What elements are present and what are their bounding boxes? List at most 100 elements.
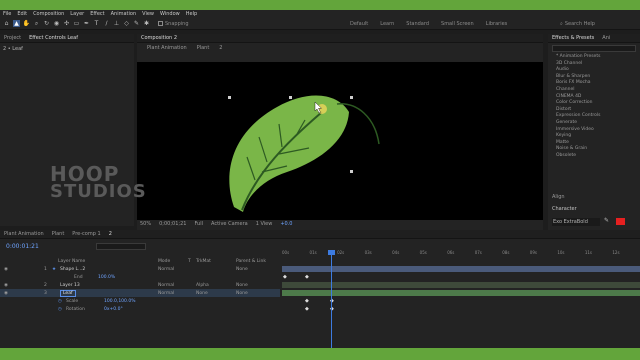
fill-color-swatch[interactable] (616, 218, 625, 225)
snapping-toggle[interactable]: Snapping (158, 21, 189, 27)
menu-file[interactable]: File (3, 11, 11, 17)
transform-handle[interactable] (350, 96, 353, 99)
eye-icon[interactable]: ◉ (4, 291, 8, 296)
transform-handle[interactable] (350, 170, 353, 173)
effect-category[interactable]: Channel (548, 87, 640, 94)
home-icon[interactable]: ⌂ (3, 20, 10, 27)
layer-bar[interactable] (282, 290, 640, 296)
layer-row[interactable]: ◉ 1 ★ Shape L...2 Normal None (0, 265, 280, 273)
font-dropdown[interactable]: Exo ExtraBold (552, 218, 600, 226)
workspace-libraries[interactable]: Libraries (486, 21, 508, 27)
layer-parent[interactable]: None (236, 283, 248, 288)
layer-mode[interactable]: Normal (158, 267, 174, 272)
roto-brush-tool-icon[interactable]: ✎ (133, 20, 140, 27)
effect-category[interactable]: Audio (548, 67, 640, 74)
menu-help[interactable]: Help (186, 11, 197, 17)
tab-effect-controls[interactable]: Effect Controls Leaf (29, 35, 78, 41)
layer-bar[interactable] (282, 282, 640, 288)
property-row[interactable]: ◷ Scale 100.0,100.0% (0, 297, 280, 305)
effect-category[interactable]: Keying (548, 133, 640, 140)
effect-category[interactable]: Obsolete (548, 153, 640, 160)
puppet-tool-icon[interactable]: ✱ (143, 20, 150, 27)
keyframe-icon[interactable]: ◆ (305, 274, 309, 280)
effect-category[interactable]: Color Correction (548, 100, 640, 107)
layer-trkmat[interactable]: None (196, 291, 208, 296)
pen-tool-icon[interactable]: ✒ (83, 20, 90, 27)
workspace-learn[interactable]: Learn (380, 21, 394, 27)
camera-tool-icon[interactable]: ◉ (53, 20, 60, 27)
effect-category[interactable]: Expression Controls (548, 113, 640, 120)
layer-row[interactable]: ◉ 2 Layer 13 Normal Alpha None (0, 281, 280, 289)
camera-dropdown[interactable]: Active Camera (211, 221, 248, 227)
magnification-dropdown[interactable]: 50% (140, 221, 151, 227)
tab-plant[interactable]: Plant (52, 231, 65, 237)
property-row[interactable]: ◷ Rotation 0x+0.0° (0, 305, 280, 313)
keyframe-icon[interactable]: ◆ (305, 306, 309, 312)
character-panel-header[interactable]: Character (552, 206, 577, 212)
tab-project[interactable]: Project (4, 35, 21, 41)
type-tool-icon[interactable]: T (93, 20, 100, 27)
eyedropper-icon[interactable]: ✎ (604, 217, 609, 224)
leaf-shape[interactable] (229, 95, 349, 212)
effects-search[interactable] (552, 45, 636, 52)
layer-parent[interactable]: None (236, 291, 248, 296)
breadcrumb-2[interactable]: 2 (219, 45, 222, 51)
property-row[interactable]: End 100.0% (0, 273, 280, 281)
search-help[interactable]: ⌕ Search Help (560, 20, 620, 27)
clone-stamp-tool-icon[interactable]: ⊥ (113, 20, 120, 27)
layer-mode[interactable]: Normal (158, 283, 174, 288)
time-ruler[interactable]: 00s 01s 02s 03s 04s 05s 06s 07s 08s 09s … (282, 250, 640, 258)
eraser-tool-icon[interactable]: ◇ (123, 20, 130, 27)
snapping-checkbox[interactable] (158, 21, 163, 26)
resolution-dropdown[interactable]: Full (194, 221, 203, 227)
breadcrumb-plant-animation[interactable]: Plant Animation (147, 45, 187, 51)
rectangle-tool-icon[interactable]: ▭ (73, 20, 80, 27)
breadcrumb-plant[interactable]: Plant (197, 45, 210, 51)
menu-animation[interactable]: Animation (111, 11, 137, 17)
menu-window[interactable]: Window (160, 11, 180, 17)
stopwatch-icon[interactable]: ◷ (58, 299, 62, 304)
brush-tool-icon[interactable]: ∕ (103, 20, 110, 27)
menu-layer[interactable]: Layer (70, 11, 84, 17)
layer-name[interactable]: Shape L...2 (60, 267, 85, 272)
transform-handle[interactable] (228, 96, 231, 99)
layer-trkmat[interactable]: Alpha (196, 283, 209, 288)
transform-handle[interactable] (289, 96, 292, 99)
layer-name[interactable]: Leaf (60, 289, 76, 297)
align-panel-header[interactable]: Align (552, 194, 565, 200)
eye-icon[interactable]: ◉ (4, 283, 8, 288)
rotate-tool-icon[interactable]: ↻ (43, 20, 50, 27)
effect-category[interactable]: Generate (548, 120, 640, 127)
tab-pre-comp-1[interactable]: Pre-comp 1 (72, 231, 100, 237)
timeline-search[interactable] (96, 243, 146, 250)
effect-category[interactable]: Boris FX Mocha (548, 80, 640, 87)
effect-category[interactable]: * Animation Presets (548, 54, 640, 61)
playhead[interactable] (331, 250, 332, 348)
pan-behind-tool-icon[interactable]: ✣ (63, 20, 70, 27)
menu-view[interactable]: View (142, 11, 154, 17)
layer-name[interactable]: Layer 13 (60, 283, 80, 288)
keyframe-icon[interactable]: ◆ (283, 274, 287, 280)
timeline-timecode[interactable]: 0:00:01:21 (6, 243, 39, 250)
playhead-handle[interactable] (328, 250, 335, 255)
layer-row-selected[interactable]: ◉ 3 Leaf Normal None None (0, 289, 280, 297)
effect-category[interactable]: Noise & Grain (548, 146, 640, 153)
layer-bar[interactable] (282, 266, 640, 272)
stopwatch-icon[interactable]: ◷ (58, 307, 62, 312)
property-value[interactable]: 0x+0.0° (104, 307, 123, 312)
exposure-value[interactable]: +0.0 (280, 221, 292, 227)
menu-effect[interactable]: Effect (90, 11, 104, 17)
eye-icon[interactable]: ◉ (4, 267, 8, 272)
zoom-tool-icon[interactable]: ⌕ (33, 20, 40, 27)
tab-composition[interactable]: Composition 2 (141, 35, 177, 41)
workspace-standard[interactable]: Standard (406, 21, 429, 27)
tab-comp-2[interactable]: 2 (109, 231, 112, 237)
tab-effects-presets[interactable]: Effects & Presets (552, 35, 594, 41)
property-value[interactable]: 100.0% (98, 275, 115, 280)
layer-parent[interactable]: None (236, 267, 248, 272)
tab-plant-animation[interactable]: Plant Animation (4, 231, 44, 237)
composition-viewer[interactable] (137, 62, 543, 220)
menu-composition[interactable]: Composition (33, 11, 64, 17)
workspace-small-screen[interactable]: Small Screen (441, 21, 474, 27)
property-value[interactable]: 100.0,100.0% (104, 299, 135, 304)
